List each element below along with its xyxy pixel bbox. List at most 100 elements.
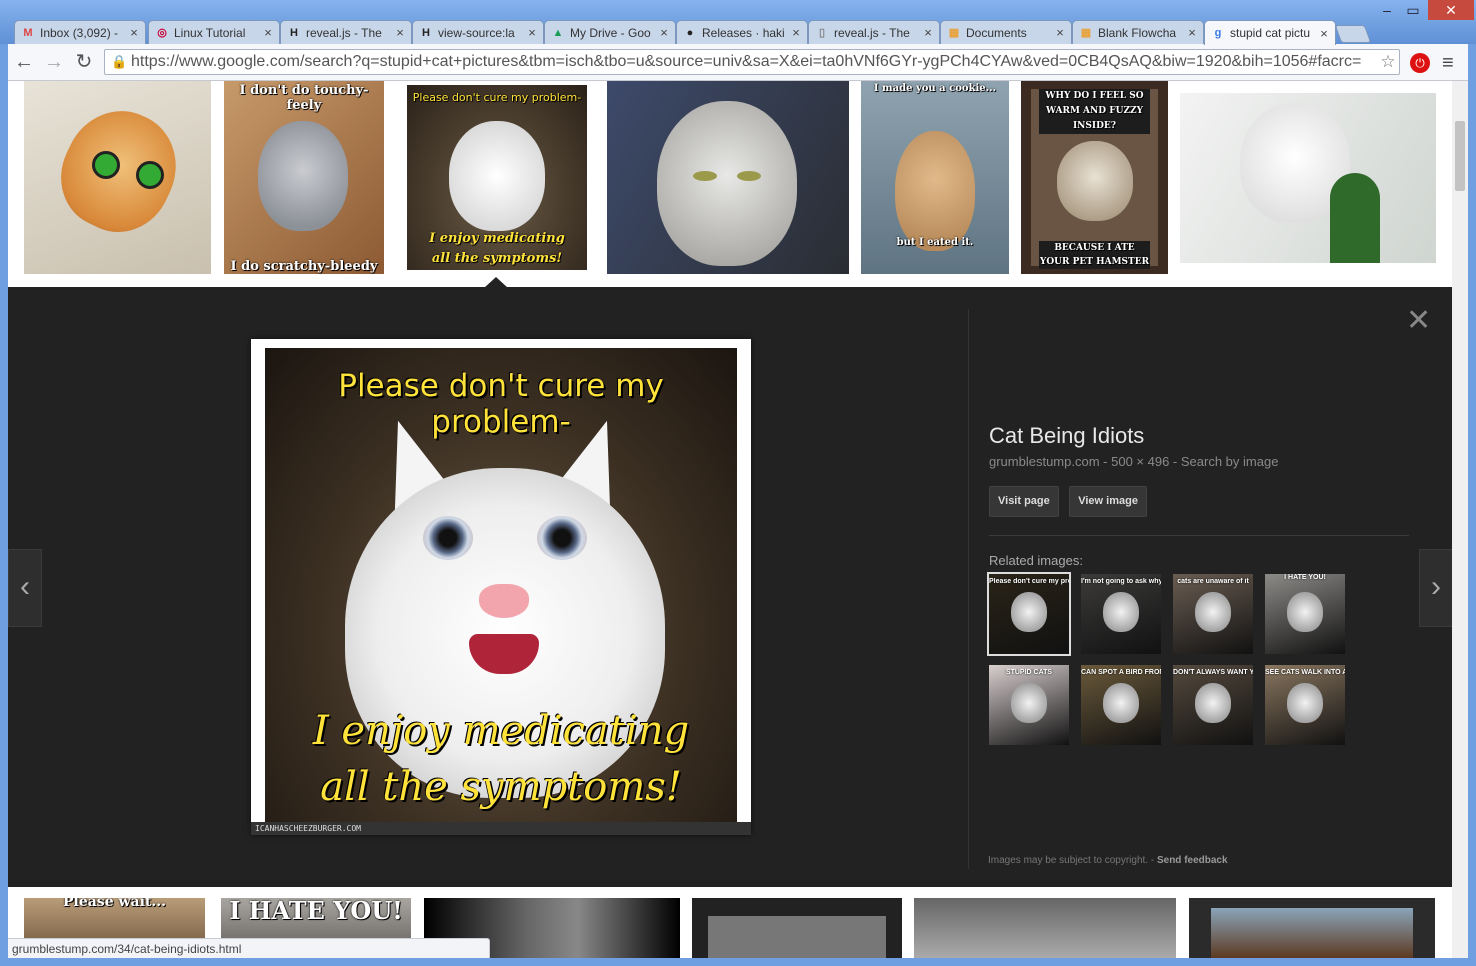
related-image[interactable]: STUPID CATS — [989, 665, 1069, 745]
image-result[interactable]: WHY DO I FEEL SO WARM AND FUZZY INSIDE? … — [1021, 81, 1168, 274]
related-image-caption: Please don't cure my problem — [989, 578, 1069, 585]
status-bar: grumblestump.com/34/cat-being-idiots.htm… — [8, 938, 490, 958]
cat-face — [1287, 683, 1323, 723]
bookmark-star-icon[interactable]: ☆ — [1377, 52, 1399, 72]
forward-button[interactable]: → — [42, 50, 66, 74]
related-images-label: Related images: — [989, 553, 1083, 568]
related-image[interactable]: I HATE YOU! — [1265, 574, 1345, 654]
flowchart-icon: ▦ — [1080, 27, 1092, 39]
tab[interactable]: Hreveal.js - The × — [280, 20, 412, 44]
visit-page-button[interactable]: Visit page — [989, 486, 1059, 517]
tab-close-icon[interactable]: × — [261, 25, 275, 40]
tab-close-icon[interactable]: × — [393, 25, 407, 40]
tab-close-icon[interactable]: × — [127, 25, 141, 40]
menu-icon[interactable]: ≡ — [1442, 52, 1454, 75]
related-image[interactable]: I'm not going to ask why — [1081, 574, 1161, 654]
image-result[interactable] — [914, 898, 1176, 958]
close-icon[interactable]: ✕ — [1406, 303, 1431, 338]
browser-toolbar: ← → ↻ 🔒 https://www.google.com/search?q=… — [0, 44, 1476, 81]
tab-label: stupid cat pictu — [1230, 26, 1311, 40]
tab[interactable]: ▦ Blank Flowcha × — [1072, 20, 1204, 44]
tab[interactable]: ▯ reveal.js - The × — [808, 20, 940, 44]
tab[interactable]: Hview-source:la × — [412, 20, 544, 44]
tab-close-icon[interactable]: × — [1185, 25, 1199, 40]
cat-face — [1103, 683, 1139, 723]
image-result[interactable] — [692, 898, 902, 958]
scrollbar-thumb[interactable] — [1455, 121, 1465, 191]
related-image[interactable]: cats are unaware of it — [1173, 574, 1253, 654]
search-results: I don't do touchy-feely I do scratchy-bl… — [8, 81, 1452, 958]
minimize-button[interactable]: ‒ — [1376, 0, 1398, 20]
related-image[interactable]: DON'T ALWAYS WANT YOU TO OPEN THE DOOR F… — [1173, 665, 1253, 745]
tab-close-icon[interactable]: × — [789, 25, 803, 40]
cat-face — [1011, 683, 1047, 723]
window-close-button[interactable]: ✕ — [1428, 0, 1474, 20]
copyright-notice: Images may be subject to copyright. — [988, 855, 1149, 866]
related-image-caption: SEE CATS WALK INTO A BAR — [1265, 669, 1345, 676]
cat-face — [1195, 592, 1231, 632]
image-result[interactable] — [607, 81, 849, 274]
previous-image-button[interactable]: ‹ — [8, 549, 42, 627]
tab-close-icon[interactable]: × — [921, 25, 935, 40]
related-image[interactable]: Please don't cure my problem — [987, 572, 1071, 656]
window-frame-left — [0, 44, 8, 966]
image-result[interactable]: I made you a cookie... but I eated it. — [861, 81, 1009, 274]
tab[interactable]: ● Releases · haki × — [676, 20, 808, 44]
tab[interactable]: ▦ Documents × — [940, 20, 1072, 44]
image-result[interactable]: I don't do touchy-feely I do scratchy-bl… — [224, 81, 384, 274]
view-image-button[interactable]: View image — [1069, 486, 1147, 517]
tab-close-icon[interactable]: × — [657, 25, 671, 40]
tab-label: Documents — [966, 25, 1027, 40]
related-image-caption: I HATE YOU! — [1284, 574, 1326, 581]
back-button[interactable]: ← — [12, 50, 36, 74]
image-title[interactable]: Cat Being Idiots — [989, 423, 1429, 449]
tab-close-icon[interactable]: × — [1053, 25, 1067, 40]
tab[interactable]: ▲ My Drive - Goo × — [544, 20, 676, 44]
watermark: ICANHASCHEEZBURGER.COM — [251, 822, 751, 835]
url-text[interactable]: https://www.google.com/search?q=stupid+c… — [131, 53, 1377, 71]
source-domain[interactable]: grumblestump.com — [989, 454, 1100, 469]
extension-icon[interactable]: ⏻ — [1410, 53, 1430, 73]
google-icon: g — [1214, 27, 1222, 39]
drive-icon: ▲ — [552, 26, 564, 39]
tab-label: view-source:la — [438, 25, 515, 40]
image-result[interactable] — [24, 81, 211, 274]
image-result[interactable] — [1180, 93, 1436, 263]
github-icon: ● — [686, 26, 694, 39]
related-image[interactable]: SEE CATS WALK INTO A BAR — [1265, 665, 1345, 745]
search-by-image-link[interactable]: Search by image — [1181, 454, 1279, 469]
preview-image[interactable]: Please don't cure my problem- I enjoy me… — [251, 339, 751, 835]
tab[interactable]: M Inbox (3,092) - × — [14, 20, 146, 44]
image-preview-panel: Please don't cure my problem- I enjoy me… — [8, 287, 1452, 887]
related-image-caption: I'm not going to ask why — [1081, 578, 1161, 585]
window-frame-bottom — [0, 958, 1476, 966]
reload-button[interactable]: ↻ — [72, 50, 96, 74]
tab-close-icon[interactable]: × — [525, 25, 539, 40]
address-bar[interactable]: 🔒 https://www.google.com/search?q=stupid… — [104, 49, 1400, 75]
tab[interactable]: ◎ Linux Tutorial × — [148, 20, 280, 44]
tab-label: Linux Tutorial — [174, 25, 246, 40]
debian-icon: ◎ — [157, 27, 167, 39]
tab-close-icon[interactable]: × — [1317, 26, 1331, 41]
vertical-scrollbar[interactable] — [1452, 81, 1468, 958]
panel-footer: Images may be subject to copyright. - Se… — [988, 855, 1228, 866]
gmail-icon: M — [23, 26, 33, 39]
cat-face — [1195, 683, 1231, 723]
tab-label: Inbox (3,092) - — [40, 25, 119, 40]
tab[interactable]: g stupid cat pictu × — [1204, 20, 1336, 45]
related-images-grid: Please don't cure my problem I'm not goin… — [987, 572, 1369, 745]
cat-face — [1287, 592, 1323, 632]
image-result[interactable] — [1189, 898, 1435, 958]
related-image[interactable]: CAN SPOT A BIRD FROM ACROSS THE YARD — [1081, 665, 1161, 745]
image-meta: grumblestump.com - 500 × 496 - Search by… — [989, 454, 1279, 469]
cat-face — [1103, 592, 1139, 632]
tab-label: My Drive - Goo — [570, 25, 651, 40]
tab-label: Releases · haki — [702, 25, 785, 40]
page-icon: ▯ — [818, 27, 826, 39]
new-tab-button[interactable] — [1334, 25, 1372, 43]
related-image-caption: DON'T ALWAYS WANT YOU TO OPEN THE DOOR F… — [1173, 669, 1253, 676]
image-details: Cat Being Idiots grumblestump.com - 500 … — [989, 423, 1429, 568]
send-feedback-link[interactable]: Send feedback — [1157, 855, 1228, 866]
maximize-button[interactable]: ▭ — [1402, 0, 1424, 20]
image-result-selected[interactable]: Please don't cure my problem- I enjoy me… — [401, 81, 593, 274]
